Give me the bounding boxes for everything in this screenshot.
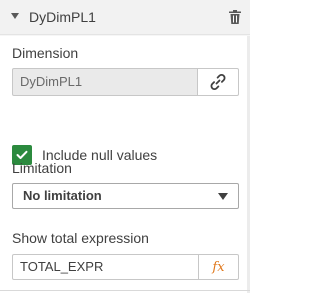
limitation-selected-value: No limitation bbox=[23, 188, 102, 203]
check-icon bbox=[16, 150, 28, 159]
link-icon bbox=[210, 74, 226, 90]
dropdown-arrow-icon bbox=[218, 193, 228, 200]
limitation-label: Limitation bbox=[12, 160, 72, 176]
caret-down-icon[interactable] bbox=[11, 13, 19, 19]
fx-icon: fx bbox=[212, 259, 225, 275]
expression-editor-button[interactable]: fx bbox=[198, 254, 239, 280]
total-expression-label: Show total expression bbox=[12, 230, 149, 246]
dimension-field: DyDimPL1 bbox=[12, 68, 198, 96]
dimension-title: DyDimPL1 bbox=[29, 9, 96, 25]
dimension-label: Dimension bbox=[12, 45, 79, 61]
dimension-header[interactable]: DyDimPL1 bbox=[0, 0, 250, 35]
scrollbar-track[interactable] bbox=[247, 36, 250, 293]
total-expression-input[interactable]: TOTAL_EXPR bbox=[12, 254, 199, 280]
bottom-divider bbox=[0, 290, 250, 291]
link-button[interactable] bbox=[197, 68, 239, 96]
properties-panel: DyDimPL1 Dimension DyDimPL1 Include null… bbox=[0, 0, 250, 293]
limitation-select[interactable]: No limitation bbox=[12, 183, 239, 209]
trash-icon[interactable] bbox=[229, 10, 241, 24]
